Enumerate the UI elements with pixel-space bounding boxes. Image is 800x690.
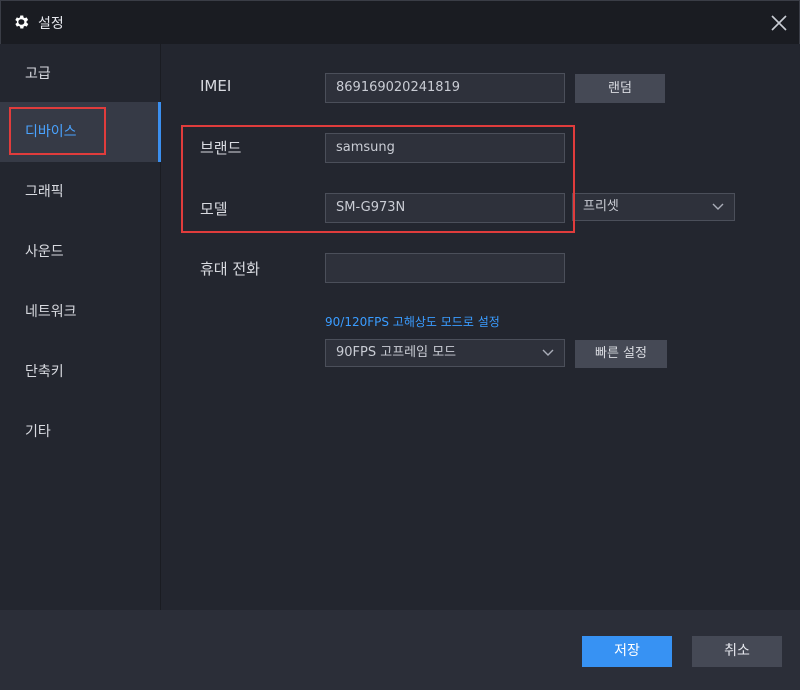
dialog-footer: 저장 취소 (0, 610, 800, 690)
cancel-button[interactable]: 취소 (692, 636, 782, 667)
title-bar: 설정 (0, 0, 800, 44)
device-settings-panel: IMEI 869169020241819 랜덤 브랜드 samsung 모델 S… (162, 44, 800, 610)
imei-field[interactable]: 869169020241819 (325, 73, 565, 103)
sidebar-item-network[interactable]: 네트워크 (0, 282, 161, 342)
quick-setup-button[interactable]: 빠른 설정 (575, 340, 667, 368)
fps-select[interactable]: 90FPS 고프레임 모드 (325, 339, 565, 367)
model-field[interactable]: SM-G973N (325, 193, 565, 223)
preset-select-value: 프리셋 (583, 199, 619, 214)
model-label: 모델 (200, 200, 228, 218)
preset-select[interactable]: 프리셋 (572, 193, 735, 221)
random-button[interactable]: 랜덤 (575, 74, 665, 103)
close-icon[interactable] (771, 15, 787, 31)
imei-label: IMEI (200, 77, 232, 95)
chevron-down-icon (712, 203, 724, 210)
phone-label: 휴대 전화 (200, 260, 260, 278)
sidebar-item-shortcuts[interactable]: 단축키 (0, 342, 161, 402)
fps-mode-link[interactable]: 90/120FPS 고해상도 모드로 설정 (325, 313, 500, 330)
fps-select-value: 90FPS 고프레임 모드 (336, 345, 457, 360)
save-button[interactable]: 저장 (582, 636, 672, 667)
sidebar-item-device[interactable]: 디바이스 (0, 102, 161, 162)
sidebar-item-other[interactable]: 기타 (0, 402, 161, 462)
settings-sidebar: 고급 디바이스 그래픽 사운드 네트워크 단축키 기타 (0, 44, 161, 610)
phone-field[interactable] (325, 253, 565, 283)
window-title: 설정 (38, 16, 64, 32)
sidebar-item-advanced[interactable]: 고급 (0, 44, 161, 104)
gear-icon (15, 15, 29, 29)
sidebar-item-graphics[interactable]: 그래픽 (0, 162, 161, 222)
brand-label: 브랜드 (200, 139, 242, 157)
brand-field[interactable]: samsung (325, 133, 565, 163)
sidebar-item-sound[interactable]: 사운드 (0, 222, 161, 282)
chevron-down-icon (542, 349, 554, 356)
